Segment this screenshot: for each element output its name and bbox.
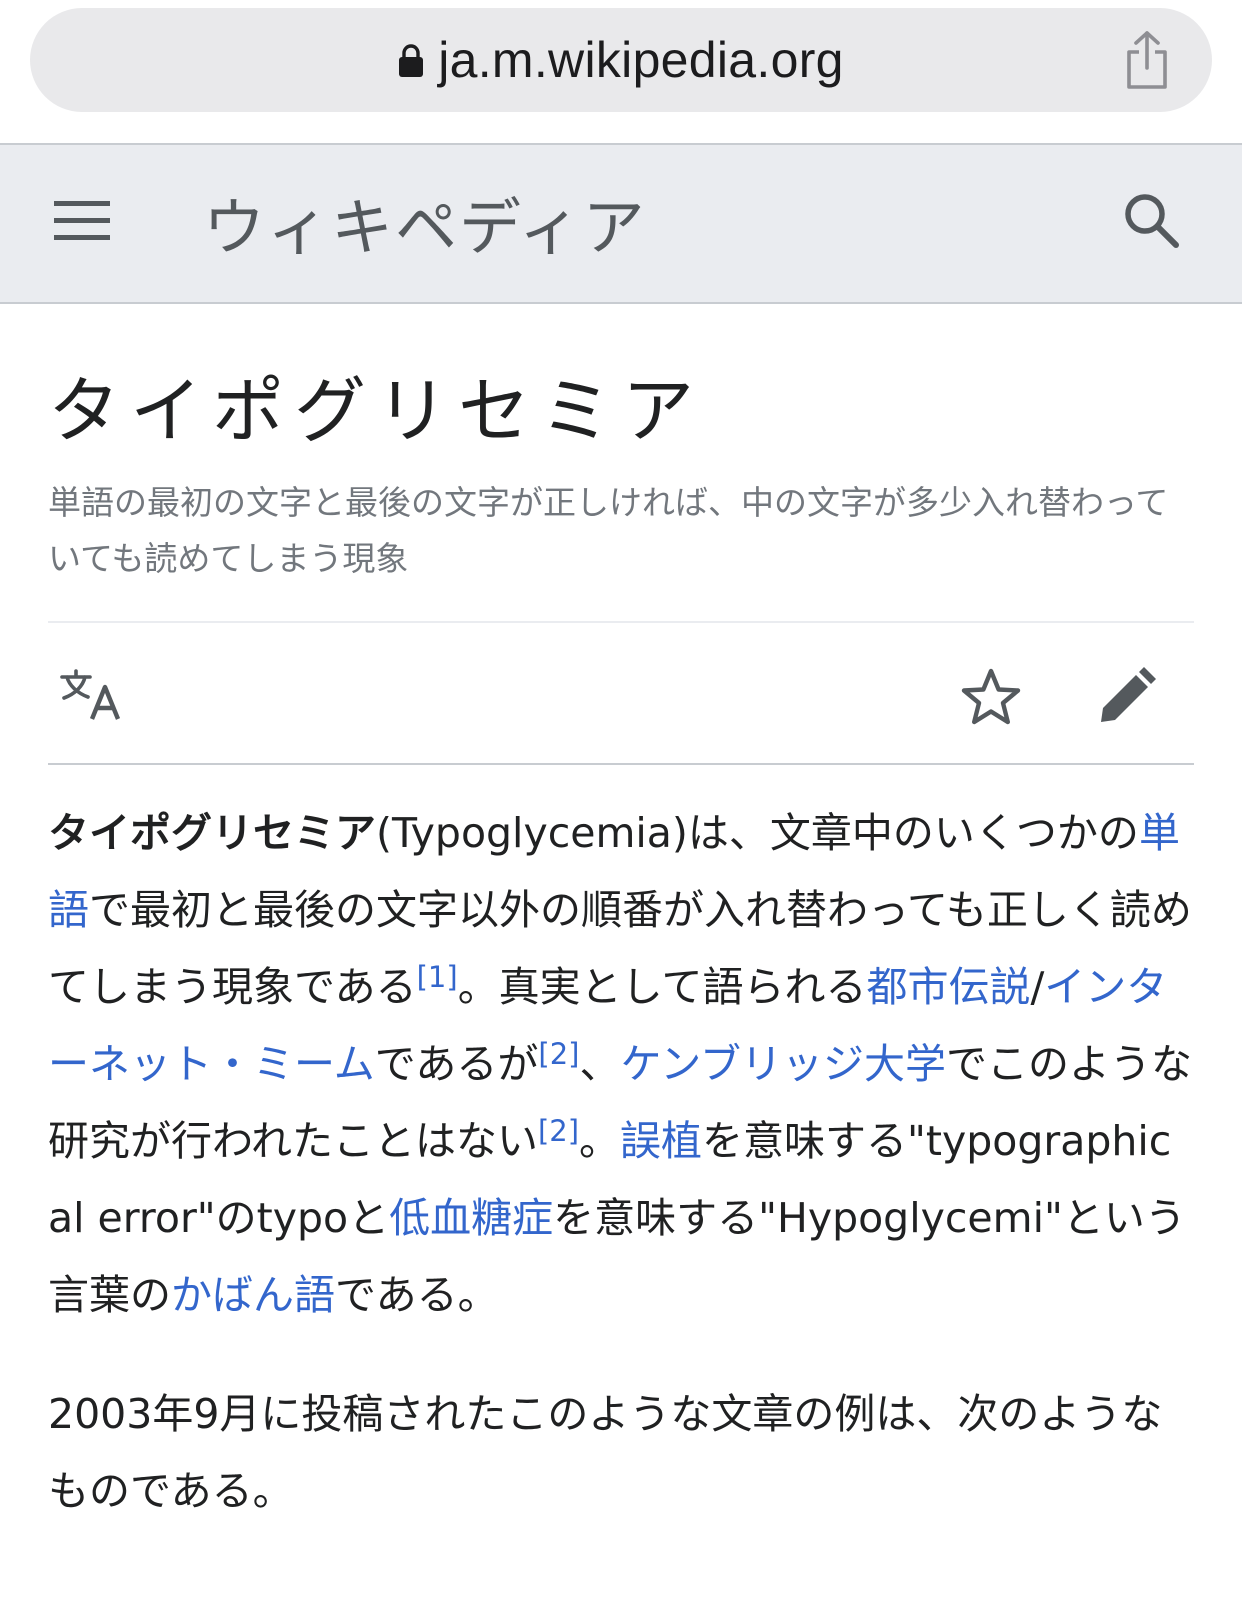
reference-1[interactable]: [1]: [417, 960, 458, 994]
star-icon[interactable]: [960, 667, 1022, 727]
bold-term: タイポグリセミア: [48, 808, 376, 857]
wikipedia-wordmark[interactable]: ウィキペディア: [203, 177, 647, 267]
text-run: /: [1030, 962, 1045, 1011]
text-run: 、: [579, 1039, 621, 1088]
link-typo[interactable]: 誤植: [620, 1117, 702, 1165]
text-run: 。真実として語られる: [457, 962, 867, 1011]
text-run: である。: [335, 1270, 499, 1319]
page-actions-bar: [48, 620, 1194, 765]
language-icon[interactable]: [60, 668, 122, 721]
reference-2b[interactable]: [2]: [538, 1114, 579, 1148]
search-icon[interactable]: [1122, 191, 1180, 249]
paragraph-intro: タイポグリセミア(Typoglycemia)は、文章中のいくつかの単語で最初と最…: [48, 795, 1194, 1334]
address-bar[interactable]: ja.m.wikipedia.org: [30, 8, 1212, 112]
article-description: 単語の最初の文字と最後の文字が正しければ、中の文字が多少入れ替わっていても読めて…: [48, 482, 1169, 578]
text-run: であるが: [374, 1039, 539, 1088]
link-hypoglycemia[interactable]: 低血糖症: [389, 1194, 553, 1242]
browser-bar: ja.m.wikipedia.org: [0, 0, 1242, 143]
edit-icon[interactable]: [1098, 666, 1156, 725]
article-content: タイポグリセミア 単語の最初の文字と最後の文字が正しければ、中の文字が多少入れ替…: [48, 304, 1194, 1530]
share-icon[interactable]: [1122, 30, 1172, 90]
paragraph-example-intro: 2003年9月に投稿されたこのような文章の例は、次のようなものである。: [48, 1389, 1163, 1515]
text-run: (Typoglycemia)は、文章中のいくつかの: [376, 808, 1139, 857]
reference-2[interactable]: [2]: [538, 1037, 579, 1071]
link-cambridge-university[interactable]: ケンブリッジ大学: [620, 1040, 946, 1088]
menu-icon[interactable]: [54, 197, 110, 245]
link-portmanteau[interactable]: かばん語: [171, 1271, 335, 1319]
text-run: 。: [579, 1116, 621, 1165]
article-body: タイポグリセミア(Typoglycemia)は、文章中のいくつかの単語で最初と最…: [48, 795, 1194, 1530]
wiki-header: ウィキペディア: [0, 143, 1242, 304]
page-title: タイポグリセミア: [48, 369, 705, 453]
link-urban-legend[interactable]: 都市伝説: [866, 963, 1030, 1011]
url-text: ja.m.wikipedia.org: [438, 32, 844, 88]
lock-icon: [399, 44, 424, 77]
